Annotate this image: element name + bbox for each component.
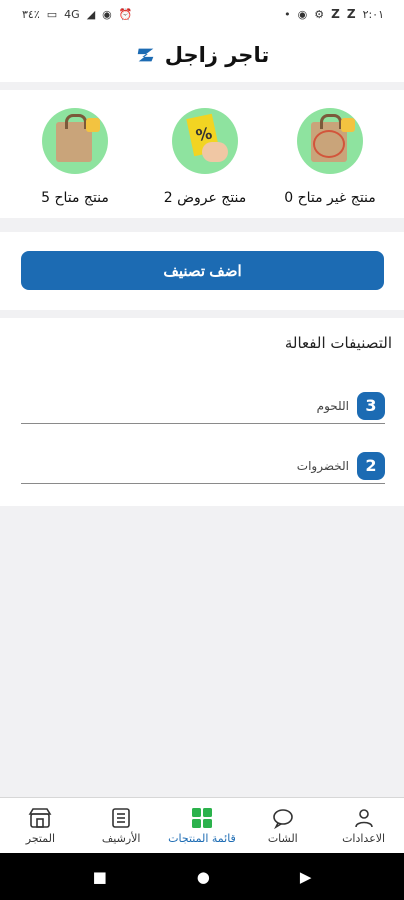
stat-available: 5 منتج متاح (30, 108, 120, 206)
alarm-icon: ⏰ (118, 7, 133, 21)
nav-store-label: المتجر (25, 832, 56, 845)
app-z-icon: Z (331, 7, 340, 21)
stat-offers: % 2 منتج عروض (155, 108, 255, 206)
zajel-logo-icon (135, 44, 157, 66)
stat-available-label: 5 منتج متاح (41, 190, 109, 206)
stat-offers-label: 2 منتج عروض (163, 190, 247, 206)
unavailable-bag-icon (297, 108, 363, 174)
battery-text: ٣٤٪ (22, 7, 40, 21)
category-name: اللحوم (316, 398, 349, 413)
signal-icon: ◢ (86, 7, 96, 21)
available-bag-icon (42, 108, 108, 174)
actions-section: اضف تصنيف (0, 232, 404, 310)
app-bar: تاجر زاجل (0, 28, 404, 82)
add-category-button[interactable]: اضف تصنيف (21, 251, 384, 290)
nav-chat[interactable]: الشات (242, 798, 323, 853)
nav-archive[interactable]: الأرشيف (81, 798, 162, 853)
app-z-icon: Z (346, 7, 356, 21)
store-icon (28, 806, 52, 830)
nav-store[interactable]: المتجر (0, 798, 81, 853)
stat-unavailable: 0 منتج غير متاح (280, 108, 380, 206)
list-icon (109, 806, 133, 830)
back-icon[interactable]: ▶ (300, 868, 312, 886)
location-icon: ◉ (297, 7, 308, 21)
system-nav-bar: ■ ● ▶ (0, 853, 404, 900)
categories-title: التصنيفات الفعالة (284, 334, 392, 352)
category-count-badge: 2 (357, 451, 385, 480)
category-row[interactable]: اللحوم 3 (21, 388, 385, 424)
active-categories-section: التصنيفات الفعالة اللحوم 3 الخضروات 2 (0, 318, 404, 506)
network-label: 4G (64, 7, 80, 21)
nav-settings[interactable]: الاعدادات (323, 798, 404, 853)
app-title: تاجر زاجل (164, 43, 270, 67)
settings-icon: ⚙ (314, 7, 325, 21)
nav-products-label: قائمة المنتجات (168, 832, 236, 845)
recent-apps-icon[interactable]: ■ (93, 868, 107, 886)
category-row[interactable]: الخضروات 2 (21, 448, 385, 484)
grid-icon (190, 806, 214, 830)
nav-archive-label: الأرشيف (101, 832, 141, 845)
battery-icon: ▭ (46, 7, 58, 21)
bottom-nav: المتجر الأرشيف قائمة المنتجات الشات الاع… (0, 797, 404, 853)
clock-text: ٢:٠١ (362, 7, 384, 21)
category-name: الخضروات (296, 458, 349, 473)
nav-products[interactable]: قائمة المنتجات (162, 798, 243, 853)
category-count-badge: 3 (357, 391, 385, 420)
location-icon: ◉ (102, 7, 112, 21)
chat-icon (271, 806, 295, 830)
stat-unavailable-label: 0 منتج غير متاح (284, 190, 376, 206)
stats-section: 0 منتج غير متاح % 2 منتج عروض 5 منتج متا… (0, 90, 404, 218)
nav-settings-label: الاعدادات (342, 832, 386, 845)
home-icon[interactable]: ● (197, 868, 210, 886)
status-bar: ٣٤٪ ▭ 4G ◢ ◉ ⏰ • ◉ ⚙ Z Z ٢:٠١ (0, 0, 404, 28)
nav-chat-label: الشات (267, 832, 298, 845)
offer-percent-icon: % (172, 108, 238, 174)
dot-icon: • (284, 7, 291, 21)
person-icon (352, 806, 376, 830)
